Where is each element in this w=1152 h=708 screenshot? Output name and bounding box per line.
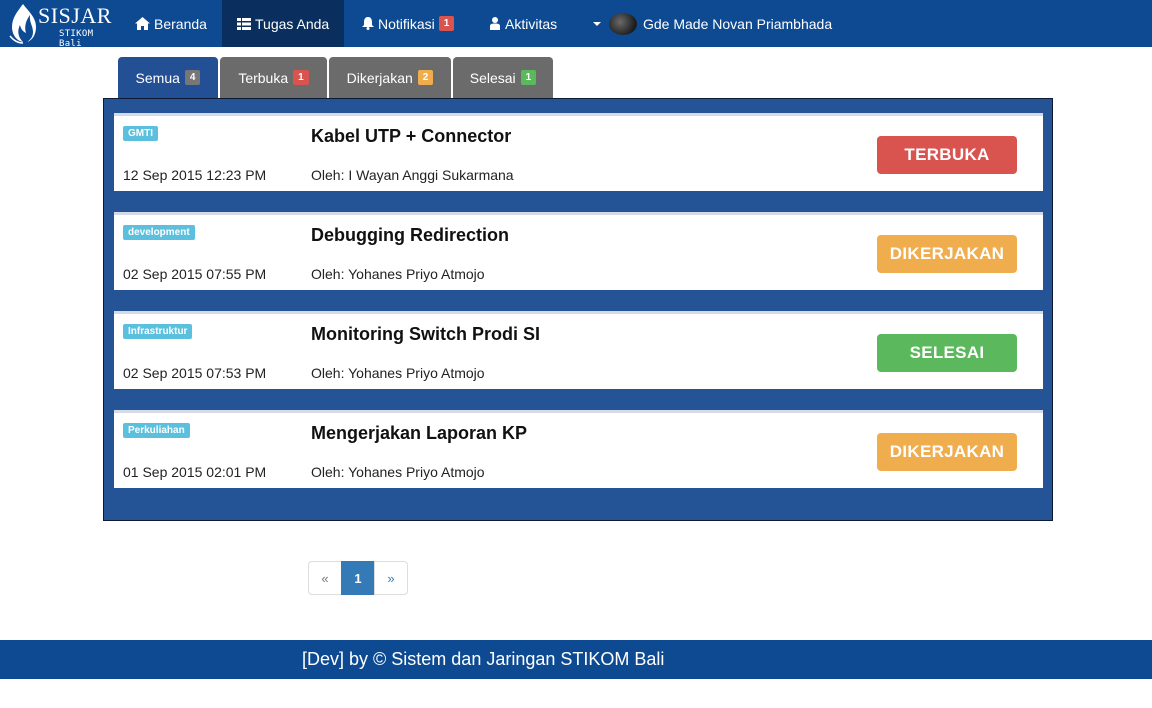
tab-dikerjakan-count: 2 <box>417 70 434 85</box>
task-author: Oleh: Yohanes Priyo Atmojo <box>311 365 485 381</box>
top-navbar: SISJAR STIKOM Bali Beranda Tugas Anda No… <box>0 0 1152 49</box>
user-menu-dropdown[interactable]: Gde Made Novan Priambhada <box>578 0 847 47</box>
status-button[interactable]: TERBUKA <box>877 136 1017 174</box>
nav-notifikasi[interactable]: Notifikasi 1 <box>347 0 469 47</box>
task-item[interactable]: Perkuliahan 01 Sep 2015 02:01 PM Mengerj… <box>114 410 1043 488</box>
task-list-panel: GMTI 12 Sep 2015 12:23 PM Kabel UTP + Co… <box>103 98 1053 521</box>
flame-logo-icon <box>9 4 36 44</box>
tab-selesai-label: Selesai <box>469 69 516 86</box>
nav-aktivitas[interactable]: Aktivitas <box>474 0 572 47</box>
status-button[interactable]: DIKERJAKAN <box>877 235 1017 273</box>
pagination-prev-button[interactable]: « <box>308 561 342 595</box>
category-badge[interactable]: Perkuliahan <box>123 423 190 438</box>
task-title[interactable]: Debugging Redirection <box>311 225 509 246</box>
tab-dikerjakan-label: Dikerjakan <box>346 69 413 86</box>
footer: [Dev] by © Sistem dan Jaringan STIKOM Ba… <box>0 640 1152 679</box>
task-title[interactable]: Monitoring Switch Prodi SI <box>311 324 540 345</box>
tab-semua-label: Semua <box>135 69 180 86</box>
tab-semua-count: 4 <box>184 70 201 85</box>
status-button[interactable]: DIKERJAKAN <box>877 433 1017 471</box>
category-badge[interactable]: GMTI <box>123 126 158 141</box>
category-badge[interactable]: Infrastruktur <box>123 324 193 339</box>
nav-tugas-anda-label: Tugas Anda <box>255 15 330 32</box>
task-item[interactable]: Infrastruktur 02 Sep 2015 07:53 PM Monit… <box>114 311 1043 389</box>
home-icon <box>135 17 150 30</box>
brand-title: SISJAR <box>38 3 112 28</box>
nav-beranda[interactable]: Beranda <box>120 0 222 47</box>
tab-selesai-count: 1 <box>520 70 537 85</box>
tab-terbuka-count: 1 <box>293 70 309 85</box>
brand[interactable]: SISJAR STIKOM Bali <box>8 0 118 49</box>
task-date: 12 Sep 2015 12:23 PM <box>123 167 267 183</box>
task-item[interactable]: development 02 Sep 2015 07:55 PM Debuggi… <box>114 212 1043 290</box>
tab-terbuka-label: Terbuka <box>238 69 289 86</box>
tab-dikerjakan[interactable]: Dikerjakan 2 <box>329 57 451 98</box>
user-icon <box>490 17 500 30</box>
table-icon <box>237 17 251 30</box>
pagination-next-button[interactable]: » <box>374 561 408 595</box>
category-badge[interactable]: development <box>123 225 195 240</box>
notification-count-badge: 1 <box>438 16 455 31</box>
tab-selesai[interactable]: Selesai 1 <box>453 57 553 98</box>
nav-notifikasi-label: Notifikasi <box>378 15 435 32</box>
pagination-page-1[interactable]: 1 <box>341 561 375 595</box>
task-author: Oleh: Yohanes Priyo Atmojo <box>311 464 485 480</box>
nav-aktivitas-label: Aktivitas <box>505 15 558 32</box>
pagination: « 1 » <box>308 561 408 595</box>
task-title[interactable]: Kabel UTP + Connector <box>311 126 511 147</box>
footer-text: [Dev] by © Sistem dan Jaringan STIKOM Ba… <box>302 649 665 669</box>
brand-subtitle: STIKOM Bali <box>59 29 94 49</box>
nav-tugas-anda[interactable]: Tugas Anda <box>222 0 345 47</box>
user-name: Gde Made Novan Priambhada <box>643 15 833 32</box>
user-avatar <box>609 12 637 35</box>
bell-icon <box>362 17 374 30</box>
tab-terbuka[interactable]: Terbuka 1 <box>220 57 327 98</box>
task-item[interactable]: GMTI 12 Sep 2015 12:23 PM Kabel UTP + Co… <box>114 113 1043 191</box>
nav-beranda-label: Beranda <box>154 15 207 32</box>
task-date: 02 Sep 2015 07:53 PM <box>123 365 267 381</box>
task-date: 02 Sep 2015 07:55 PM <box>123 266 267 282</box>
status-button[interactable]: SELESAI <box>877 334 1017 372</box>
tab-semua[interactable]: Semua 4 <box>118 57 218 98</box>
caret-down-icon <box>593 21 601 26</box>
task-author: Oleh: I Wayan Anggi Sukarmana <box>311 167 514 183</box>
task-date: 01 Sep 2015 02:01 PM <box>123 464 267 480</box>
task-author: Oleh: Yohanes Priyo Atmojo <box>311 266 485 282</box>
task-title[interactable]: Mengerjakan Laporan KP <box>311 423 527 444</box>
